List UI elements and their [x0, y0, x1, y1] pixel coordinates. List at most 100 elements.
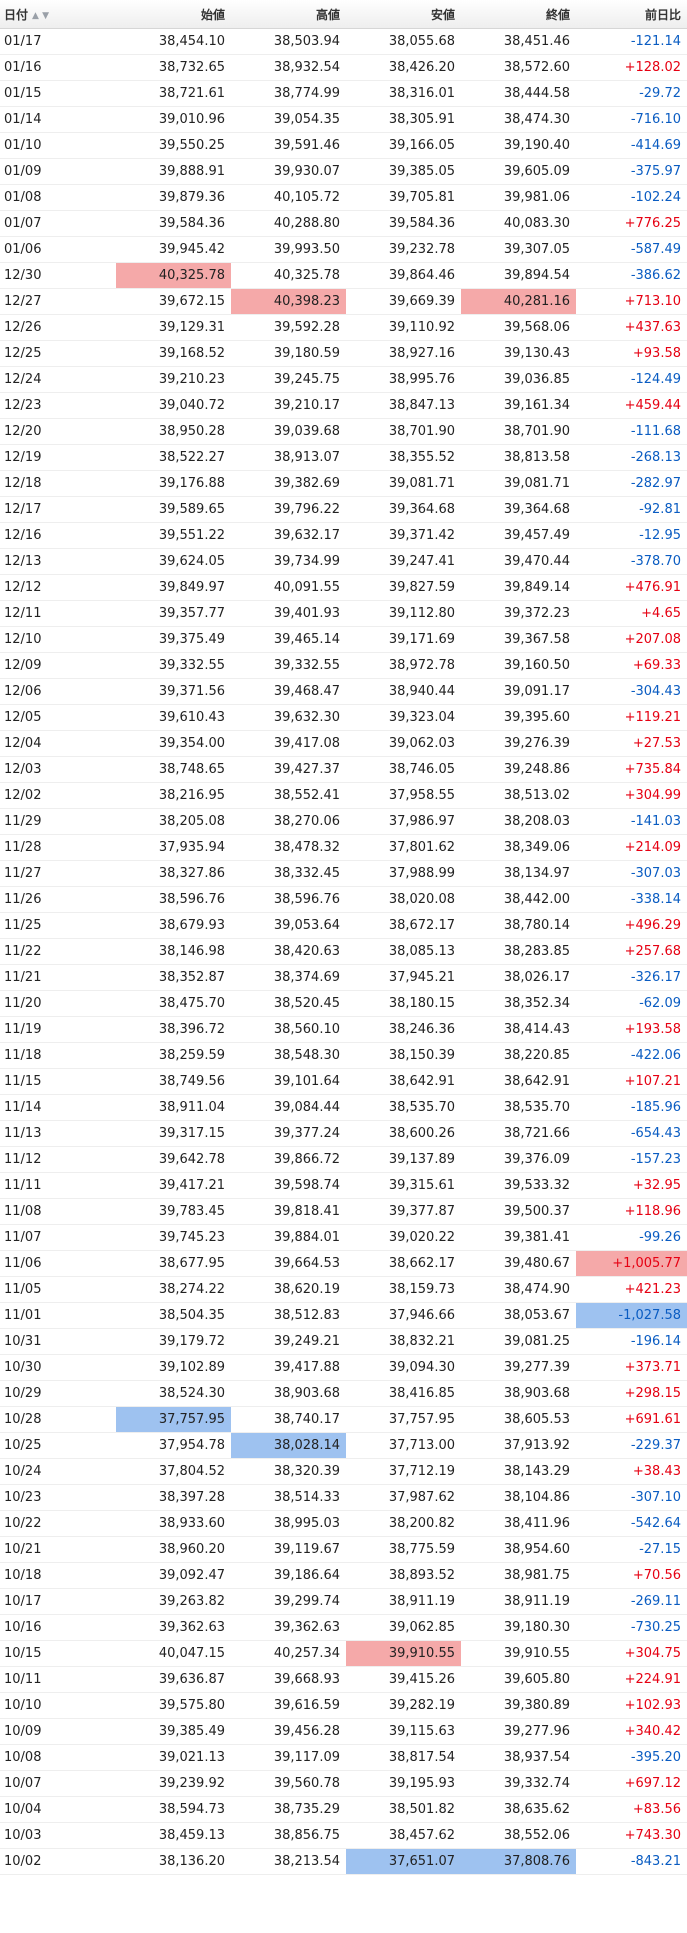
open-cell: 38,216.95	[116, 782, 231, 809]
close-cell: 39,894.54	[461, 262, 576, 289]
date-cell: 10/30	[0, 1354, 116, 1381]
close-cell: 38,134.97	[461, 860, 576, 887]
date-cell: 01/06	[0, 236, 116, 263]
change-cell: -141.03	[576, 808, 687, 835]
table-row: 01/14 39,010.96 39,054.35 38,305.91 38,474.3…	[0, 106, 687, 133]
low-cell: 39,110.92	[346, 314, 461, 341]
date-cell: 10/09	[0, 1718, 116, 1745]
table-row: 11/13 39,317.15 39,377.24 38,600.26 38,721.6…	[0, 1120, 687, 1147]
sort-arrows-icon[interactable]: ▲ ▼	[32, 11, 49, 21]
open-cell: 38,748.65	[116, 756, 231, 783]
date-column-header[interactable]: 日付 ▲ ▼	[0, 0, 116, 29]
open-cell: 38,721.61	[116, 80, 231, 107]
open-cell: 39,354.00	[116, 730, 231, 757]
low-cell: 38,642.91	[346, 1068, 461, 1095]
low-cell: 38,847.13	[346, 392, 461, 419]
low-cell: 39,062.85	[346, 1614, 461, 1641]
change-cell: +32.95	[576, 1172, 687, 1199]
table-row: 12/13 39,624.05 39,734.99 39,247.41 39,470.4…	[0, 548, 687, 575]
close-cell: 38,414.43	[461, 1016, 576, 1043]
open-cell: 38,475.70	[116, 990, 231, 1017]
open-cell: 38,677.95	[116, 1250, 231, 1277]
change-cell: -730.25	[576, 1614, 687, 1641]
high-cell: 38,596.76	[231, 886, 346, 913]
table-row: 11/29 38,205.08 38,270.06 37,986.97 38,208.0…	[0, 808, 687, 835]
change-cell: -102.24	[576, 184, 687, 211]
change-cell: +207.08	[576, 626, 687, 653]
table-row: 10/31 39,179.72 39,249.21 38,832.21 39,081.2…	[0, 1328, 687, 1355]
high-cell: 39,084.44	[231, 1094, 346, 1121]
change-cell: +224.91	[576, 1666, 687, 1693]
close-cell: 39,081.71	[461, 470, 576, 497]
open-cell: 38,397.28	[116, 1484, 231, 1511]
high-cell: 39,668.93	[231, 1666, 346, 1693]
date-cell: 12/16	[0, 522, 116, 549]
low-cell: 39,371.42	[346, 522, 461, 549]
change-cell: -157.23	[576, 1146, 687, 1173]
open-cell: 39,375.49	[116, 626, 231, 653]
close-cell: 38,635.62	[461, 1796, 576, 1823]
low-cell: 37,958.55	[346, 782, 461, 809]
open-cell: 38,459.13	[116, 1822, 231, 1849]
open-cell: 38,950.28	[116, 418, 231, 445]
close-cell: 38,911.19	[461, 1588, 576, 1615]
low-cell: 37,713.00	[346, 1432, 461, 1459]
high-cell: 38,548.30	[231, 1042, 346, 1069]
change-cell: -121.14	[576, 28, 687, 55]
close-cell: 39,160.50	[461, 652, 576, 679]
open-cell: 39,417.21	[116, 1172, 231, 1199]
open-cell: 39,263.82	[116, 1588, 231, 1615]
change-cell: -268.13	[576, 444, 687, 471]
open-cell: 39,239.92	[116, 1770, 231, 1797]
date-cell: 10/31	[0, 1328, 116, 1355]
date-cell: 11/26	[0, 886, 116, 913]
date-cell: 01/09	[0, 158, 116, 185]
high-cell: 40,288.80	[231, 210, 346, 237]
open-cell: 38,749.56	[116, 1068, 231, 1095]
open-cell: 39,745.23	[116, 1224, 231, 1251]
close-cell: 38,954.60	[461, 1536, 576, 1563]
low-cell: 38,150.39	[346, 1042, 461, 1069]
high-cell: 40,325.78	[231, 262, 346, 289]
close-cell: 39,380.89	[461, 1692, 576, 1719]
table-row: 11/01 38,504.35 38,512.83 37,946.66 38,053.6…	[0, 1302, 687, 1329]
table-row: 12/17 39,589.65 39,796.22 39,364.68 39,364.6…	[0, 496, 687, 523]
table-body: 01/17 38,454.10 38,503.94 38,055.68 38,451.4…	[0, 28, 687, 1875]
high-cell: 38,520.45	[231, 990, 346, 1017]
low-cell: 38,180.15	[346, 990, 461, 1017]
date-cell: 11/22	[0, 938, 116, 965]
close-cell: 39,180.30	[461, 1614, 576, 1641]
date-cell: 12/17	[0, 496, 116, 523]
low-cell: 38,972.78	[346, 652, 461, 679]
open-cell: 38,327.86	[116, 860, 231, 887]
open-cell: 39,888.91	[116, 158, 231, 185]
high-cell: 39,245.75	[231, 366, 346, 393]
high-cell: 39,866.72	[231, 1146, 346, 1173]
high-cell: 38,913.07	[231, 444, 346, 471]
high-cell: 38,028.14	[231, 1432, 346, 1459]
table-row: 12/12 39,849.97 40,091.55 39,827.59 39,849.1…	[0, 574, 687, 601]
high-cell: 38,320.39	[231, 1458, 346, 1485]
table-row: 10/25 37,954.78 38,028.14 37,713.00 37,913.9…	[0, 1432, 687, 1459]
high-cell: 39,417.88	[231, 1354, 346, 1381]
close-cell: 38,143.29	[461, 1458, 576, 1485]
low-cell: 38,305.91	[346, 106, 461, 133]
open-cell: 39,092.47	[116, 1562, 231, 1589]
date-cell: 12/25	[0, 340, 116, 367]
date-cell: 12/11	[0, 600, 116, 627]
table-row: 12/11 39,357.77 39,401.93 39,112.80 39,372.2…	[0, 600, 687, 627]
date-cell: 11/11	[0, 1172, 116, 1199]
low-cell: 37,712.19	[346, 1458, 461, 1485]
low-cell: 39,415.26	[346, 1666, 461, 1693]
table-row: 10/18 39,092.47 39,186.64 38,893.52 38,981.7…	[0, 1562, 687, 1589]
change-cell: -185.96	[576, 1094, 687, 1121]
date-cell: 10/11	[0, 1666, 116, 1693]
open-cell: 38,524.30	[116, 1380, 231, 1407]
open-cell: 38,259.59	[116, 1042, 231, 1069]
table-row: 11/11 39,417.21 39,598.74 39,315.61 39,533.3…	[0, 1172, 687, 1199]
table-row: 12/18 39,176.88 39,382.69 39,081.71 39,081.7…	[0, 470, 687, 497]
low-cell: 39,669.39	[346, 288, 461, 315]
change-cell: +102.93	[576, 1692, 687, 1719]
high-cell: 38,374.69	[231, 964, 346, 991]
change-cell: +214.09	[576, 834, 687, 861]
